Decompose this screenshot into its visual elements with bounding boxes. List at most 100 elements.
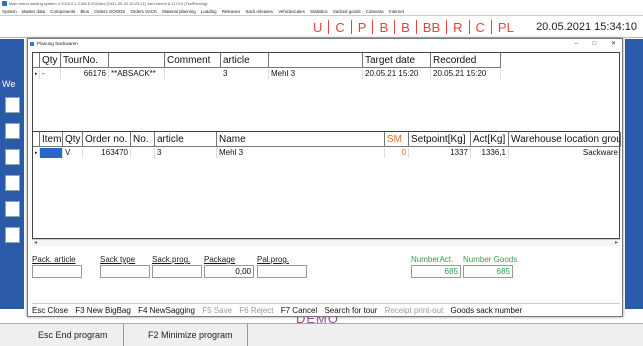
col-name[interactable] bbox=[269, 53, 363, 68]
cell-qty[interactable]: V bbox=[63, 148, 83, 158]
col-order-no[interactable]: Order no. bbox=[83, 132, 131, 147]
cell-target-date[interactable]: 20.05.21 15:20 bbox=[363, 69, 431, 79]
cell-item-selected[interactable] bbox=[40, 148, 63, 158]
status-r[interactable]: R bbox=[453, 20, 462, 35]
search-tour-button[interactable]: Search for tour bbox=[324, 306, 377, 315]
minimize-icon[interactable]: – bbox=[575, 41, 578, 47]
scroll-left-icon[interactable]: ◂ bbox=[34, 240, 37, 247]
cell-name[interactable]: Mehl 3 bbox=[217, 148, 385, 158]
menu-components[interactable]: Components bbox=[50, 9, 75, 14]
close-icon[interactable]: ✕ bbox=[611, 41, 616, 47]
menu-master-data[interactable]: Master data bbox=[22, 9, 45, 14]
col-sm[interactable]: SM bbox=[385, 132, 409, 147]
background-button[interactable] bbox=[5, 123, 20, 139]
maximize-icon[interactable]: □ bbox=[593, 41, 597, 47]
col-recorded[interactable]: Recorded bbox=[431, 53, 501, 68]
planning-dialog: Planung Sackwaren – □ ✕ Qty TourNo. Comm… bbox=[27, 38, 623, 317]
menu-statistics[interactable]: Statistics bbox=[310, 9, 328, 14]
app-toolbar: U C P B B BB R C PL 20.05.2021 15:34:10 bbox=[0, 16, 643, 38]
number-goods-field[interactable]: 685 bbox=[463, 265, 513, 278]
sack-type-field[interactable] bbox=[100, 265, 150, 278]
cancel-button[interactable]: F7 Cancel bbox=[281, 306, 317, 315]
menu-orders-sack[interactable]: Orders SACK bbox=[130, 9, 157, 14]
col-act[interactable]: Act[Kg] bbox=[471, 132, 509, 147]
col-article[interactable]: article bbox=[221, 53, 269, 68]
app-clock: 20.05.2021 15:34:10 bbox=[536, 21, 637, 33]
status-bb[interactable]: BB bbox=[423, 20, 440, 35]
col-comment[interactable]: Comment bbox=[165, 53, 221, 68]
number-act-field[interactable]: 685 bbox=[411, 265, 461, 278]
receipt-print-button[interactable]: Receipt print-out bbox=[385, 306, 444, 315]
cell-warehouse-location[interactable]: Sackware bbox=[509, 148, 621, 158]
number-goods-label: Number Goods bbox=[463, 255, 518, 264]
col-target-date[interactable]: Target date bbox=[363, 53, 431, 68]
reject-button[interactable]: F6 Reject bbox=[239, 306, 273, 315]
status-u[interactable]: U bbox=[313, 20, 322, 35]
save-button[interactable]: F5 Save bbox=[202, 306, 232, 315]
cell-tour-no[interactable]: 66176 bbox=[61, 69, 109, 79]
goods-sack-number-button[interactable]: Goods sack number bbox=[451, 306, 523, 315]
background-button[interactable] bbox=[5, 149, 20, 165]
cell-recorded[interactable]: 20.05.21 15:20 bbox=[431, 69, 501, 79]
status-c[interactable]: C bbox=[335, 20, 344, 35]
col-item[interactable]: Item bbox=[40, 132, 63, 147]
background-button[interactable] bbox=[5, 227, 20, 243]
cell-act[interactable]: 1336,1 bbox=[471, 148, 509, 158]
row-header-col bbox=[33, 53, 40, 68]
cell-no[interactable] bbox=[131, 148, 155, 158]
function-key-bar: Esc Close F3 New BigBag F4 NewSagging F5… bbox=[32, 303, 620, 316]
minimize-program-button[interactable]: F2 Minimize program bbox=[140, 324, 248, 346]
menu-cameras[interactable]: Cameras bbox=[366, 9, 384, 14]
menu-releases[interactable]: Releases bbox=[222, 9, 240, 14]
menu-loading[interactable]: Loading bbox=[201, 9, 217, 14]
package-label: Package bbox=[204, 255, 236, 264]
col-name[interactable]: Name bbox=[217, 132, 385, 147]
menu-vehiclescales[interactable]: Vehiclescales bbox=[278, 9, 305, 14]
status-c2[interactable]: C bbox=[476, 20, 485, 35]
status-p[interactable]: P bbox=[358, 20, 367, 35]
menu-orders-goods[interactable]: Orders GOODS bbox=[94, 9, 125, 14]
row-header-col bbox=[33, 132, 40, 147]
pal-prog-field[interactable] bbox=[257, 265, 307, 278]
pack-article-field[interactable] bbox=[32, 265, 82, 278]
col-warehouse-location-group[interactable]: Warehouse location group bbox=[509, 132, 621, 147]
menu-system[interactable]: System bbox=[2, 9, 17, 14]
window-controls: – □ ✕ bbox=[562, 39, 616, 49]
menu-bins[interactable]: Bins bbox=[80, 9, 89, 14]
cell-qty[interactable]: - bbox=[40, 69, 61, 79]
col-setpoint[interactable]: Setpoint[Kg] bbox=[409, 132, 471, 147]
package-field[interactable]: 0,00 bbox=[204, 265, 254, 278]
pal-prog-label: Pal.prog. bbox=[257, 255, 290, 264]
status-b1[interactable]: B bbox=[379, 20, 388, 35]
sack-prog-field[interactable] bbox=[152, 265, 202, 278]
cell-article[interactable]: 3 bbox=[221, 69, 269, 79]
cell-comment[interactable]: **ABSACK** bbox=[109, 69, 165, 79]
cell-setpoint[interactable]: 1337 bbox=[409, 148, 471, 158]
new-bigbag-button[interactable]: F3 New BigBag bbox=[75, 306, 131, 315]
menu-sack-releases[interactable]: Sack releases bbox=[245, 9, 273, 14]
background-button[interactable] bbox=[5, 175, 20, 191]
menu-internet[interactable]: Internet bbox=[389, 9, 404, 14]
menu-sacked-goods[interactable]: Sacked goods bbox=[333, 9, 361, 14]
end-program-button[interactable]: Esc End program bbox=[30, 324, 124, 346]
col-tour-no[interactable]: TourNo. bbox=[61, 53, 109, 68]
cell-order-no[interactable]: 163470 bbox=[83, 148, 131, 158]
background-button[interactable] bbox=[5, 97, 20, 113]
new-sagging-button[interactable]: F4 NewSagging bbox=[138, 306, 195, 315]
row-marker-icon: ▸ bbox=[33, 148, 40, 158]
cell-article[interactable]: 3 bbox=[155, 148, 217, 158]
col-qty[interactable]: Qty bbox=[40, 53, 61, 68]
close-button[interactable]: Esc Close bbox=[32, 306, 68, 315]
status-b2[interactable]: B bbox=[401, 20, 410, 35]
pack-fields: Pack. article Sack type Sack.prog. Packa… bbox=[32, 255, 620, 281]
background-button[interactable] bbox=[5, 201, 20, 217]
cell-name[interactable]: Mehl 3 bbox=[269, 69, 363, 79]
col-no[interactable]: No. bbox=[131, 132, 155, 147]
horizontal-scrollbar[interactable]: ◂ ▸ bbox=[32, 239, 620, 246]
cell-sm[interactable]: 0 bbox=[385, 148, 409, 158]
col-article[interactable]: article bbox=[155, 132, 217, 147]
menu-material-planning[interactable]: Material planning bbox=[162, 9, 195, 14]
status-pl[interactable]: PL bbox=[498, 20, 514, 35]
scroll-right-icon[interactable]: ▸ bbox=[615, 240, 618, 247]
col-qty[interactable]: Qty bbox=[63, 132, 83, 147]
